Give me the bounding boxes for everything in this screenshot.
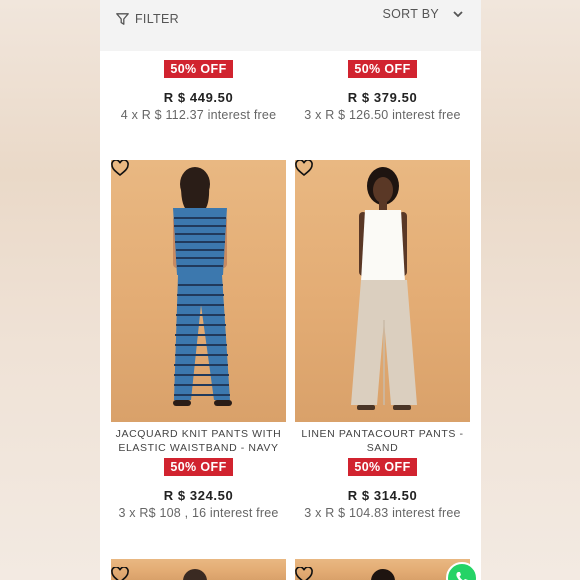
product-price: R $ 324.50 [163, 488, 234, 503]
model-navy-knit-image [173, 167, 232, 406]
product-installments: 3 x R$ 108 , 16 interest free [118, 506, 279, 520]
filter-label: FILTER [135, 12, 179, 26]
product-image[interactable] [111, 559, 286, 580]
model-linen-pants-image [351, 167, 417, 410]
product-installments: 3 x R $ 126.50 interest free [304, 108, 461, 122]
list-toolbar: FILTER SORT BY [100, 0, 481, 51]
sort-by-button[interactable]: SORT BY [382, 6, 463, 22]
filter-icon [116, 13, 129, 25]
discount-badge: 50% OFF [164, 60, 233, 78]
phone-glyph-icon [456, 572, 468, 580]
product-title[interactable]: LINEN PANTACOURT PANTS - SAND [295, 427, 470, 455]
discount-badge: 50% OFF [164, 458, 233, 476]
heart-icon[interactable] [111, 160, 129, 176]
model-image-partial [183, 569, 207, 580]
whatsapp-icon[interactable] [446, 562, 478, 580]
product-card[interactable]: 50% OFF R $ 449.50 4 x R $ 112.37 intere… [111, 60, 286, 122]
product-image[interactable] [295, 160, 470, 422]
sort-label: SORT BY [382, 7, 439, 21]
heart-icon[interactable] [111, 567, 129, 580]
product-image[interactable] [111, 160, 286, 422]
product-list-screen: FILTER SORT BY 50% OFF R $ 449.50 4 x R … [100, 0, 481, 580]
filter-button[interactable]: FILTER [116, 11, 179, 27]
product-title[interactable]: JACQUARD KNIT PANTS WITH ELASTIC WAISTBA… [111, 427, 286, 455]
product-image[interactable] [295, 559, 470, 580]
discount-badge: 50% OFF [348, 458, 417, 476]
heart-icon[interactable] [295, 160, 313, 176]
product-price: R $ 449.50 [163, 90, 234, 105]
product-installments: 3 x R $ 104.83 interest free [304, 506, 461, 520]
model-image-partial [371, 569, 395, 580]
chevron-down-icon [453, 10, 463, 17]
heart-icon[interactable] [295, 567, 313, 580]
product-card[interactable]: LINEN PANTACOURT PANTS - SAND 50% OFF R … [295, 422, 470, 520]
product-price: R $ 314.50 [347, 488, 418, 503]
discount-badge: 50% OFF [348, 60, 417, 78]
product-installments: 4 x R $ 112.37 interest free [120, 108, 277, 122]
product-card[interactable]: JACQUARD KNIT PANTS WITH ELASTIC WAISTBA… [111, 422, 286, 520]
product-price: R $ 379.50 [347, 90, 418, 105]
product-card[interactable]: 50% OFF R $ 379.50 3 x R $ 126.50 intere… [295, 60, 470, 122]
